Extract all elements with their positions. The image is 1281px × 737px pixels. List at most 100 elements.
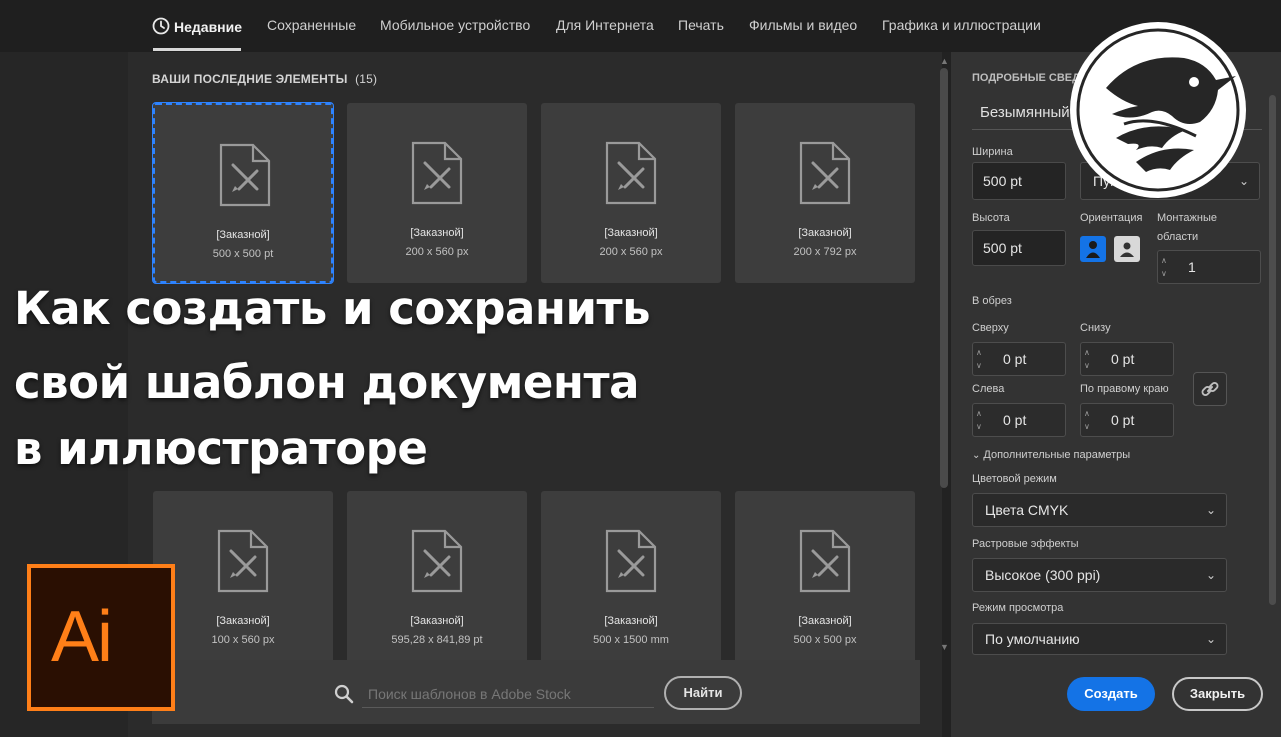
tab-recent[interactable]: Недавние <box>152 17 242 35</box>
right-scrollbar[interactable] <box>1269 95 1276 605</box>
artboards-stepper[interactable]: ∧ ∨ 1 <box>1157 250 1261 284</box>
preset-card-size: 500 x 500 pt <box>212 248 274 260</box>
tab-recent-label: Недавние <box>174 19 243 35</box>
raster-effects-select[interactable]: Высокое (300 ppi) ⌄ <box>972 558 1227 592</box>
link-bleed-button[interactable] <box>1193 372 1227 406</box>
chevron-down-icon: ⌄ <box>1205 503 1216 517</box>
raster-effects-value: Высокое (300 ppi) <box>985 567 1101 583</box>
preset-card-size: 500 x 1500 mm <box>593 634 669 646</box>
bleed-bottom-label: Снизу <box>1080 322 1111 334</box>
preset-card-size: 500 x 500 px <box>793 634 857 646</box>
preset-card-name: [Заказной] <box>604 615 658 627</box>
portrait-icon <box>1086 241 1100 258</box>
preset-card-size: 200 x 792 px <box>793 246 857 258</box>
document-template-icon <box>411 141 463 205</box>
preset-card-name: [Заказной] <box>798 227 852 239</box>
preset-card[interactable]: [Заказной] 500 x 500 pt <box>152 102 334 284</box>
preset-card-name: [Заказной] <box>216 229 270 241</box>
bleed-label: В обрез <box>972 295 1012 307</box>
bleed-right-value: 0 pt <box>1111 412 1135 428</box>
scroll-up-icon[interactable]: ▲ <box>940 56 949 66</box>
preset-card[interactable]: [Заказной] 500 x 1500 mm <box>541 491 721 671</box>
preset-card[interactable]: [Заказной] 595,28 x 841,89 pt <box>347 491 527 671</box>
landscape-orientation-button[interactable] <box>1114 236 1140 262</box>
bleed-left-label: Слева <box>972 383 1005 395</box>
document-template-icon <box>605 141 657 205</box>
advanced-options-toggle[interactable]: ⌄ Дополнительные параметры <box>972 449 1130 461</box>
headline-line-3: в иллюстраторе <box>14 422 428 475</box>
document-template-icon <box>605 529 657 593</box>
color-mode-select[interactable]: Цвета CMYK ⌄ <box>972 493 1227 527</box>
scroll-down-icon[interactable]: ▼ <box>940 642 949 652</box>
bleed-top-label: Сверху <box>972 322 1009 334</box>
advanced-options-label: Дополнительные параметры <box>983 449 1131 461</box>
chevron-down-icon: ⌄ <box>972 450 981 461</box>
find-button[interactable]: Найти <box>664 676 742 710</box>
orientation-label: Ориентация <box>1080 212 1143 224</box>
tab-saved[interactable]: Сохраненные <box>267 17 356 33</box>
recent-title-text: ВАШИ ПОСЛЕДНИЕ ЭЛЕМЕНТЫ <box>152 72 348 86</box>
height-field[interactable]: 500 pt <box>972 230 1066 266</box>
bleed-bottom-stepper[interactable]: ∧ ∨ 0 pt <box>1080 342 1174 376</box>
preset-card[interactable]: [Заказной] 200 x 560 px <box>541 103 721 283</box>
tab-art-illustration[interactable]: Графика и иллюстрации <box>882 17 1041 33</box>
color-mode-value: Цвета CMYK <box>985 502 1069 518</box>
illustrator-logo: Ai <box>27 564 175 711</box>
preset-card[interactable]: [Заказной] 200 x 560 px <box>347 103 527 283</box>
preset-card-size: 595,28 x 841,89 pt <box>391 634 483 646</box>
document-template-icon <box>799 141 851 205</box>
preview-mode-value: По умолчанию <box>985 631 1080 647</box>
headline-line-2: свой шаблон документа <box>14 356 639 409</box>
eagle-emblem-icon <box>1070 22 1246 198</box>
preset-card-name: [Заказной] <box>216 615 270 627</box>
width-field[interactable]: 500 pt <box>972 162 1066 200</box>
artboards-label-2: области <box>1157 231 1199 243</box>
tab-film-video[interactable]: Фильмы и видео <box>749 17 857 33</box>
tab-print[interactable]: Печать <box>678 17 724 33</box>
bleed-left-stepper[interactable]: ∧ ∨ 0 pt <box>972 403 1066 437</box>
recent-count: (15) <box>355 72 378 86</box>
preset-card-size: 100 x 560 px <box>211 634 275 646</box>
link-icon <box>1201 382 1219 396</box>
preset-card-name: [Заказной] <box>410 615 464 627</box>
preset-card-name: [Заказной] <box>798 615 852 627</box>
stepper-arrows-icon[interactable]: ∧ ∨ <box>1084 407 1090 433</box>
preview-mode-select[interactable]: По умолчанию ⌄ <box>972 623 1227 655</box>
bleed-top-value: 0 pt <box>1003 351 1027 367</box>
clock-icon <box>152 17 170 35</box>
stepper-arrows-icon[interactable]: ∧ ∨ <box>1084 346 1090 372</box>
left-scrollbar[interactable] <box>940 68 948 488</box>
preset-card[interactable]: [Заказной] 100 x 560 px <box>153 491 333 671</box>
portrait-orientation-button[interactable] <box>1080 236 1106 262</box>
new-document-dialog: Недавние Сохраненные Мобильное устройств… <box>0 0 1281 737</box>
preset-card[interactable]: [Заказной] 200 x 792 px <box>735 103 915 283</box>
bleed-right-label: По правому краю <box>1080 383 1169 395</box>
bleed-left-value: 0 pt <box>1003 412 1027 428</box>
bleed-right-stepper[interactable]: ∧ ∨ 0 pt <box>1080 403 1174 437</box>
headline-line-1: Как создать и сохранить <box>14 282 651 335</box>
raster-effects-label: Растровые эффекты <box>972 538 1079 550</box>
document-template-icon <box>217 529 269 593</box>
tab-web[interactable]: Для Интернета <box>556 17 654 33</box>
stepper-arrows-icon[interactable]: ∧ ∨ <box>976 346 982 372</box>
document-template-icon <box>799 529 851 593</box>
preset-card-name: [Заказной] <box>410 227 464 239</box>
close-button[interactable]: Закрыть <box>1172 677 1263 711</box>
preset-card-name: [Заказной] <box>604 227 658 239</box>
landscape-icon <box>1120 242 1134 257</box>
document-template-icon <box>219 143 271 207</box>
stepper-arrows-icon[interactable]: ∧ ∨ <box>976 407 982 433</box>
preset-card[interactable]: [Заказной] 500 x 500 px <box>735 491 915 671</box>
document-template-icon <box>411 529 463 593</box>
preview-mode-label: Режим просмотра <box>972 602 1064 614</box>
active-tab-indicator <box>153 48 241 51</box>
bleed-bottom-value: 0 pt <box>1111 351 1135 367</box>
tab-mobile[interactable]: Мобильное устройство <box>380 17 530 33</box>
preset-card-size: 200 x 560 px <box>599 246 663 258</box>
stepper-arrows-icon[interactable]: ∧ ∨ <box>1161 254 1167 280</box>
bleed-top-stepper[interactable]: ∧ ∨ 0 pt <box>972 342 1066 376</box>
stock-search-input[interactable] <box>362 680 654 708</box>
height-label: Высота <box>972 212 1010 224</box>
preset-card-size: 200 x 560 px <box>405 246 469 258</box>
create-button[interactable]: Создать <box>1067 677 1155 711</box>
